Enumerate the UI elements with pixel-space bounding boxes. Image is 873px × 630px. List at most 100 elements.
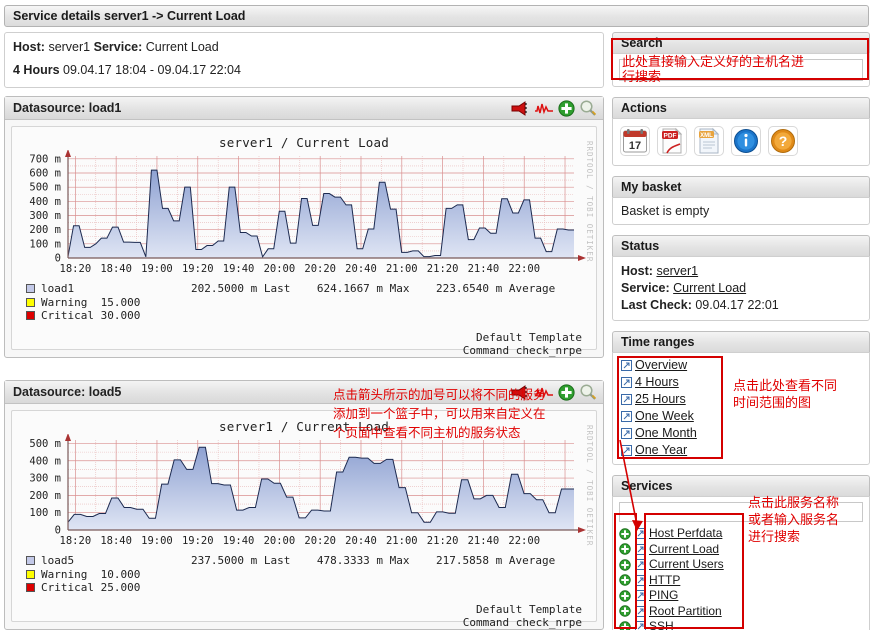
service-item[interactable]: SSH — [619, 619, 863, 630]
sidebar-block-search: Search — [612, 32, 870, 87]
datasource-title-load1: Datasource: load1 — [13, 101, 122, 115]
graph-legend-load1: load1 202.5000 m Last 624.1667 m Max 223… — [12, 281, 596, 323]
sidebar-block-services: Services Host Perfdata Current Load Curren… — [612, 475, 870, 630]
status-service-label: Service: — [621, 281, 670, 295]
add-to-basket-icon[interactable] — [619, 543, 631, 555]
service-link[interactable]: HTTP — [649, 573, 680, 589]
sidebar: Search Actions 17 PDF XML ? My basket Ba… — [612, 32, 870, 630]
service-link[interactable]: SSH — [649, 619, 674, 630]
megaphone-icon[interactable] — [510, 384, 530, 401]
basket-title: My basket — [612, 176, 870, 197]
page-title-service: Current Load — [166, 9, 246, 23]
svg-text:XML: XML — [700, 133, 713, 139]
graph-load1[interactable]: server1 / Current Load RRDTOOL / TOBI OE… — [11, 126, 597, 357]
host-value: server1 — [48, 40, 91, 54]
info-icon[interactable] — [731, 126, 761, 156]
timerange-item[interactable]: Overview — [621, 357, 861, 374]
svg-text:20:00: 20:00 — [264, 263, 296, 275]
sidebar-block-timeranges: Time ranges Overview 4 Hours 25 Hours One W… — [612, 331, 870, 465]
datasource-toolbar-load1 — [510, 99, 597, 117]
service-item[interactable]: Current Load — [619, 542, 863, 558]
pdf-icon[interactable]: PDF — [657, 126, 687, 156]
sidebar-block-basket: My basket Basket is empty — [612, 176, 870, 225]
zoom-icon[interactable] — [579, 99, 597, 117]
svg-text:20:40: 20:40 — [345, 263, 377, 275]
add-to-basket-icon[interactable] — [619, 574, 631, 586]
service-item[interactable]: PING — [619, 588, 863, 604]
services-title: Services — [612, 475, 870, 496]
timerange-link[interactable]: One Year — [635, 442, 687, 459]
services-list: Host Perfdata Current Load Current Users HT… — [619, 526, 863, 630]
timerange-item[interactable]: 25 Hours — [621, 391, 861, 408]
svg-text:18:20: 18:20 — [60, 263, 92, 275]
add-to-basket-icon[interactable] — [619, 528, 631, 540]
timerange-link[interactable]: Overview — [635, 357, 687, 374]
add-to-basket-icon[interactable] — [619, 621, 631, 630]
pulse-icon[interactable] — [534, 384, 554, 401]
graph-load5[interactable]: server1 / Current Load RRDTOOL / TOBI OE… — [11, 410, 597, 629]
svg-text:18:40: 18:40 — [100, 535, 132, 547]
zoom-icon[interactable] — [579, 383, 597, 401]
svg-text:21:20: 21:20 — [427, 263, 459, 275]
service-link[interactable]: Current Load — [649, 542, 719, 558]
megaphone-icon[interactable] — [510, 100, 530, 117]
service-link[interactable]: Host Perfdata — [649, 526, 722, 542]
svg-text:19:40: 19:40 — [223, 263, 255, 275]
service-item[interactable]: Host Perfdata — [619, 526, 863, 542]
legend-swatch-warning-2 — [26, 569, 35, 579]
svg-text:200 m: 200 m — [29, 224, 61, 236]
help-icon[interactable]: ? — [768, 126, 798, 156]
svg-text:19:00: 19:00 — [141, 263, 173, 275]
timerange-item[interactable]: 4 Hours — [621, 374, 861, 391]
add-to-basket-icon[interactable] — [558, 383, 575, 401]
page-title: Service details server1 -> Current Load — [4, 5, 869, 27]
add-to-basket-icon[interactable] — [558, 99, 575, 117]
xml-icon[interactable]: XML — [694, 126, 724, 156]
status-host-link[interactable]: server1 — [656, 264, 698, 278]
service-value: Current Load — [145, 40, 219, 54]
search-input[interactable] — [619, 59, 863, 81]
add-to-basket-icon[interactable] — [619, 605, 631, 617]
rrdtool-watermark-1: RRDTOOL / TOBI OETIKER — [585, 141, 594, 263]
external-link-icon — [635, 528, 646, 540]
external-link-icon — [635, 559, 646, 571]
add-to-basket-icon[interactable] — [619, 590, 631, 602]
pulse-icon[interactable] — [534, 100, 554, 117]
search-title: Search — [612, 32, 870, 53]
svg-text:200 m: 200 m — [29, 490, 61, 502]
service-item[interactable]: Current Users — [619, 557, 863, 573]
graph-title-load5: server1 / Current Load — [219, 419, 389, 434]
external-link-icon — [635, 605, 646, 617]
external-link-icon — [621, 428, 632, 439]
service-item[interactable]: Root Partition — [619, 604, 863, 620]
service-link[interactable]: Root Partition — [649, 604, 722, 620]
timerange-item[interactable]: One Month — [621, 425, 861, 442]
svg-text:400 m: 400 m — [29, 196, 61, 208]
timerange-link[interactable]: One Month — [635, 425, 697, 442]
status-service-link[interactable]: Current Load — [673, 281, 746, 295]
service-item[interactable]: HTTP — [619, 573, 863, 589]
external-link-icon — [635, 543, 646, 555]
service-link[interactable]: Current Users — [649, 557, 724, 573]
svg-text:700 m: 700 m — [29, 153, 61, 165]
services-search-input[interactable] — [619, 502, 863, 522]
timerange-item[interactable]: One Week — [621, 408, 861, 425]
page-root: Service details server1 -> Current Load … — [0, 0, 873, 630]
svg-text:300 m: 300 m — [29, 210, 61, 222]
external-link-icon — [621, 394, 632, 405]
legend-swatch-warning-1 — [26, 297, 35, 307]
add-to-basket-icon[interactable] — [619, 559, 631, 571]
calendar-icon[interactable]: 17 — [620, 126, 650, 156]
status-lastcheck-value: 09.04.17 22:01 — [695, 298, 779, 312]
timerange-link[interactable]: 4 Hours — [635, 374, 679, 391]
legend-value-critical-2: 25.000 — [100, 581, 141, 594]
timeranges-list: Overview 4 Hours 25 Hours One Week One Month… — [621, 357, 861, 459]
external-link-icon — [635, 574, 646, 586]
timerange-link[interactable]: 25 Hours — [635, 391, 686, 408]
svg-text:500 m: 500 m — [29, 438, 61, 450]
service-link[interactable]: PING — [649, 588, 678, 604]
timerange-item[interactable]: One Year — [621, 442, 861, 459]
timerange-link[interactable]: One Week — [635, 408, 694, 425]
legend-swatch-load1 — [26, 284, 35, 294]
timerange-value: 09.04.17 18:04 - 09.04.17 22:04 — [63, 63, 241, 77]
